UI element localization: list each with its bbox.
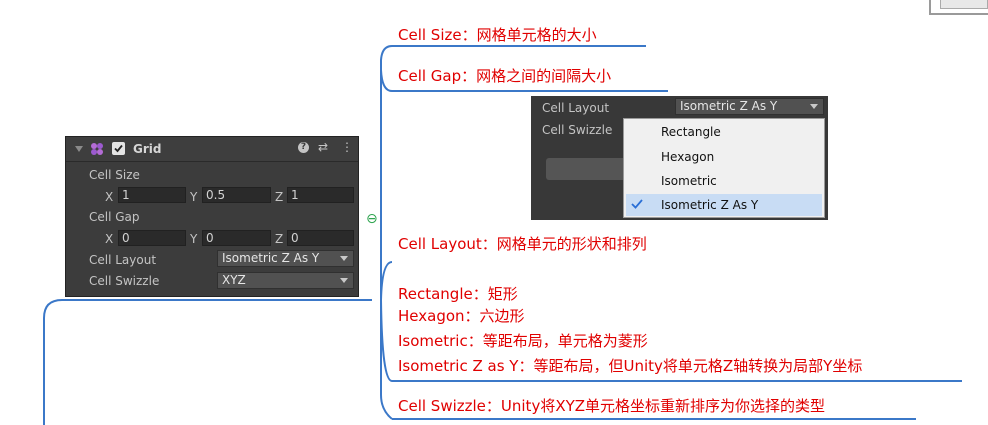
kebab-menu-icon[interactable]: ⋮	[341, 140, 353, 154]
menu-option-isometric[interactable]: Isometric	[661, 174, 717, 188]
cell-size-y-field[interactable]: 0.5	[202, 187, 271, 203]
cell-gap-z-label: Z	[275, 232, 284, 246]
grid-component-icon	[90, 142, 104, 156]
cell-gap-label: Cell Gap	[89, 210, 140, 224]
topic-cell-swizzle[interactable]: Cell Swizzle：Unity将XYZ单元格坐标重新排序为你选择的类型	[398, 395, 825, 416]
cell-size-y-label: Y	[190, 190, 198, 204]
cell-gap-x-field[interactable]: 0	[118, 230, 186, 246]
topic-underline	[392, 90, 668, 92]
cell-gap-x-label: X	[105, 232, 114, 246]
cell-gap-z-field[interactable]: 0	[287, 230, 354, 246]
inspector-header: Grid ? ⇄ ⋮	[66, 137, 358, 162]
topic-isometric-z-as-y[interactable]: Isometric Z as Y：等距布局，但Unity将单元格Z轴转换为局部Y…	[398, 355, 862, 376]
cell-swizzle-dropdown[interactable]: XYZ	[217, 272, 354, 289]
topic-underline	[392, 380, 962, 382]
cell-size-z-label: Z	[275, 190, 284, 204]
dd-button[interactable]	[546, 158, 626, 180]
layout-options-menu: Rectangle Hexagon Isometric Isometric Z …	[623, 118, 825, 218]
topic-isometric[interactable]: Isometric：等距布局，单元格为菱形	[398, 330, 648, 351]
topic-cell-size[interactable]: Cell Size：网格单元格的大小	[398, 24, 597, 45]
topic-cell-layout[interactable]: Cell Layout：网格单元的形状和排列	[398, 233, 647, 254]
cell-layout-label: Cell Layout	[89, 253, 157, 267]
topic-rectangle[interactable]: Rectangle：矩形	[398, 283, 518, 304]
cell-size-label: Cell Size	[89, 168, 140, 182]
grid-inspector-panel: Grid ? ⇄ ⋮ Cell Size X 1 Y 0.5 Z 1 Cell …	[65, 136, 359, 297]
collapse-toggle-icon[interactable]: ⊖	[366, 211, 378, 227]
help-icon[interactable]: ?	[298, 142, 309, 153]
cell-layout-value: Isometric Z As Y	[222, 251, 320, 265]
topic-underline	[392, 45, 646, 47]
dd-cell-swizzle-label: Cell Swizzle	[542, 123, 613, 137]
dd-cell-layout-label: Cell Layout	[542, 101, 610, 115]
menu-option-rectangle[interactable]: Rectangle	[661, 125, 721, 139]
corner-widget	[940, 0, 988, 9]
cell-size-z-field[interactable]: 1	[287, 187, 354, 203]
menu-option-hexagon[interactable]: Hexagon	[661, 150, 714, 164]
topic-cell-gap[interactable]: Cell Gap：网格之间的间隔大小	[398, 65, 611, 86]
cell-swizzle-value: XYZ	[222, 273, 246, 287]
dropdown-arrow-icon	[340, 256, 348, 261]
dropdown-arrow-icon	[810, 104, 818, 109]
dd-selected-value: Isometric Z As Y	[680, 99, 778, 113]
dropdown-arrow-icon	[340, 278, 348, 283]
topic-underline	[392, 418, 916, 420]
cell-size-x-label: X	[105, 190, 114, 204]
preset-icon[interactable]: ⇄	[318, 140, 328, 154]
cell-gap-y-label: Y	[190, 232, 198, 246]
cell-gap-y-field[interactable]: 0	[202, 230, 271, 246]
cell-size-x-field[interactable]: 1	[118, 187, 186, 203]
menu-option-isometric-z-as-y[interactable]: Isometric Z As Y	[661, 198, 758, 212]
enabled-checkbox[interactable]	[112, 142, 125, 155]
dd-cell-layout-dropdown[interactable]: Isometric Z As Y	[675, 98, 824, 115]
topic-hexagon[interactable]: Hexagon：六边形	[398, 305, 525, 326]
foldout-arrow-icon[interactable]	[75, 146, 83, 152]
cell-layout-dropdown[interactable]: Isometric Z As Y	[217, 250, 354, 267]
checkmark-icon	[631, 198, 643, 210]
cell-swizzle-label: Cell Swizzle	[89, 274, 160, 288]
component-title: Grid	[133, 142, 162, 156]
